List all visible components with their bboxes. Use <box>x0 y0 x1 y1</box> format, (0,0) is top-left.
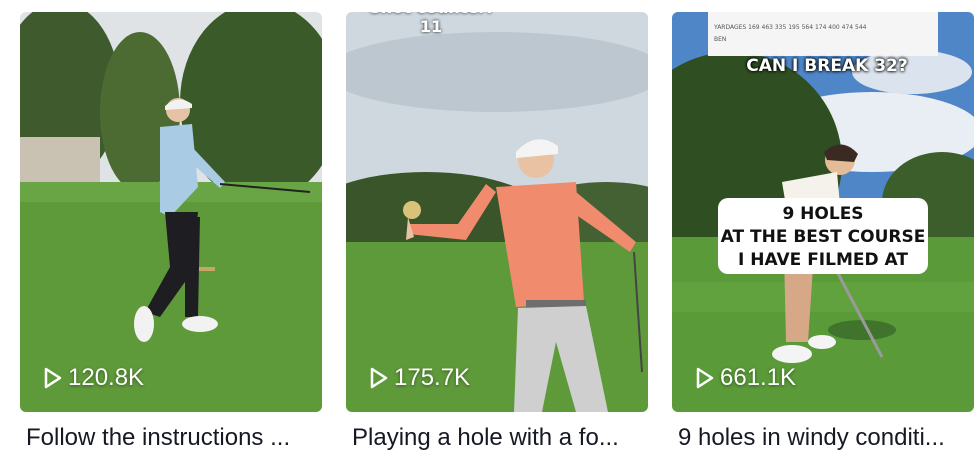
golfer-swing-image <box>20 12 322 412</box>
view-count: 120.8K <box>44 364 144 392</box>
video-caption[interactable]: Playing a hole with a fo... <box>352 424 648 452</box>
video-thumbnail[interactable]: YARDAGES 169 463 335 195 564 174 400 474… <box>672 12 974 412</box>
scorecard-player: BEN <box>714 36 727 43</box>
view-count-value: 175.7K <box>394 364 471 391</box>
scorecard-yardages: YARDAGES 169 463 335 195 564 174 400 474… <box>714 24 867 31</box>
play-outline-icon <box>370 367 388 389</box>
shot-counter-text: Shot counter: 11 <box>369 12 492 36</box>
view-count-value: 120.8K <box>68 364 145 391</box>
headline-text: CAN I BREAK 32? <box>746 56 908 76</box>
golfer-throwing-image <box>346 12 648 412</box>
video-card[interactable]: Shot counter: 11 175.7K Playing a hole w… <box>346 12 648 458</box>
play-outline-icon <box>696 367 714 389</box>
title-card: 9 HOLES AT THE BEST COURSE I HAVE FILMED… <box>718 198 928 274</box>
video-thumbnail[interactable]: 120.8K <box>20 12 322 412</box>
video-caption[interactable]: Follow the instructions ... <box>26 424 322 452</box>
title-card-line: AT THE BEST COURSE <box>720 227 926 247</box>
video-caption[interactable]: 9 holes in windy conditi... <box>678 424 974 452</box>
view-count: 661.1K <box>696 364 796 392</box>
video-thumbnail[interactable]: Shot counter: 11 175.7K <box>346 12 648 412</box>
view-count-value: 661.1K <box>720 364 797 391</box>
video-card[interactable]: YARDAGES 169 463 335 195 564 174 400 474… <box>672 12 974 458</box>
video-card[interactable]: 120.8K Follow the instructions ... <box>20 12 322 458</box>
title-card-line: 9 HOLES <box>782 204 864 224</box>
video-grid: 120.8K Follow the instructions ... 11 17… <box>0 0 980 458</box>
view-count: 175.7K <box>370 364 470 392</box>
title-card-line: I HAVE FILMED AT <box>738 250 908 270</box>
play-outline-icon <box>44 367 62 389</box>
